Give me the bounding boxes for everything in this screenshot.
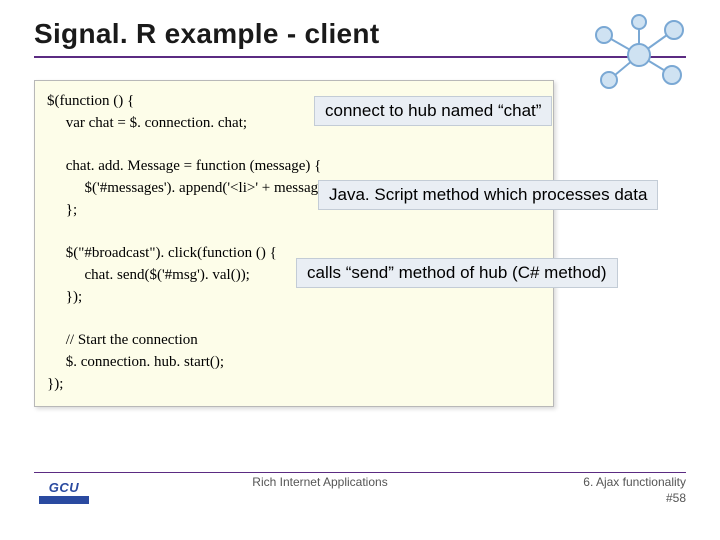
logo-bar (39, 496, 89, 504)
footer-right: 6. Ajax functionality #58 (546, 475, 686, 506)
code-line: var chat = $. connection. chat; (47, 115, 247, 131)
code-line: $(function () { (47, 93, 134, 109)
annotation-process: Java. Script method which processes data (318, 180, 658, 210)
code-line: }); (47, 376, 63, 392)
code-line: }); (47, 289, 82, 305)
footer-divider (34, 472, 686, 473)
footer-page: #58 (546, 491, 686, 507)
code-block: $(function () { var chat = $. connection… (34, 80, 554, 407)
code-line: $. connection. hub. start(); (47, 354, 224, 370)
slide: Signal. R example - client $(function ()… (0, 0, 720, 540)
footer-center: Rich Internet Applications (94, 475, 546, 489)
code-line: // Start the connection (47, 332, 198, 348)
code-line: }; (47, 202, 77, 218)
code-line: chat. add. Message = function (message) … (47, 158, 321, 174)
content-area: $(function () { var chat = $. connection… (34, 80, 686, 407)
annotation-send: calls “send” method of hub (C# method) (296, 258, 618, 288)
logo-text: GCU (49, 480, 79, 495)
code-line: $("#broadcast"). click(function () { (47, 245, 277, 261)
footer: GCU Rich Internet Applications 6. Ajax f… (0, 472, 720, 528)
footer-chapter: 6. Ajax functionality (546, 475, 686, 491)
gcu-logo: GCU (34, 475, 94, 509)
code-line: chat. send($('#msg'). val()); (47, 267, 250, 283)
annotation-connect: connect to hub named “chat” (314, 96, 552, 126)
